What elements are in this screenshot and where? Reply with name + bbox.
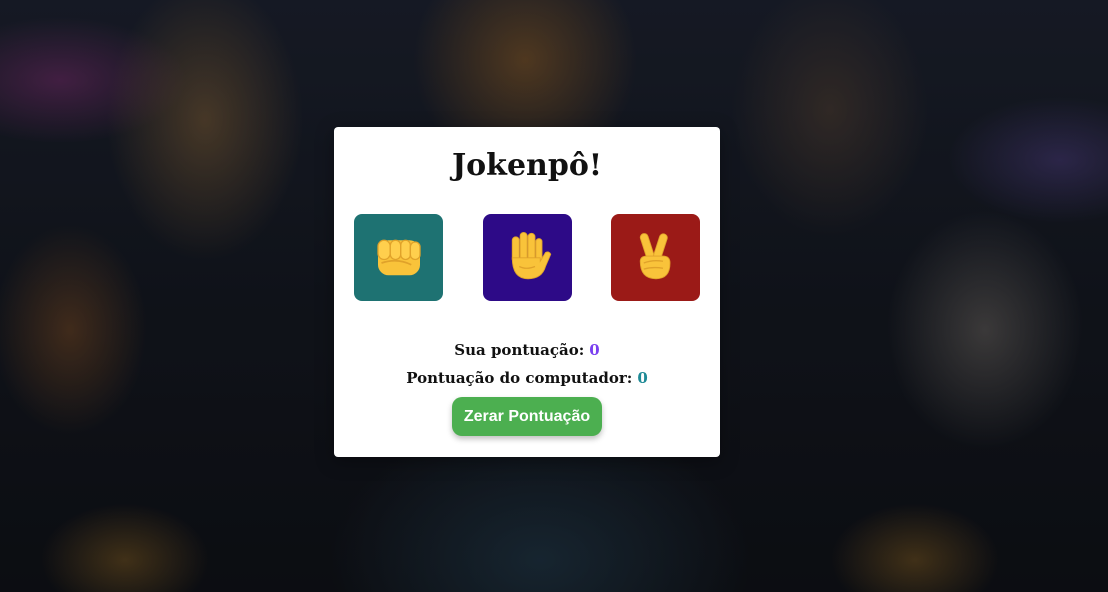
raised-hand-icon [500,228,556,287]
computer-score-label: Pontuação do computador: [406,369,633,387]
scissors-button[interactable] [611,214,700,301]
reset-score-button[interactable]: Zerar Pontuação [452,397,602,436]
computer-score-value: 0 [637,369,648,387]
computer-score: Pontuação do computador: 0 [334,368,720,388]
user-score-label: Sua pontuação: [454,341,585,359]
user-score: Sua pontuação: 0 [334,340,720,360]
choice-buttons [354,214,700,301]
game-card: Jokenpô! Sua pontuação: 0 Pontuação do c… [334,127,720,457]
paper-button[interactable] [483,214,572,301]
user-score-value: 0 [589,341,600,359]
page-title: Jokenpô! [451,148,603,183]
rock-button[interactable] [354,214,443,301]
victory-hand-icon [628,228,684,287]
fist-icon [371,228,427,287]
